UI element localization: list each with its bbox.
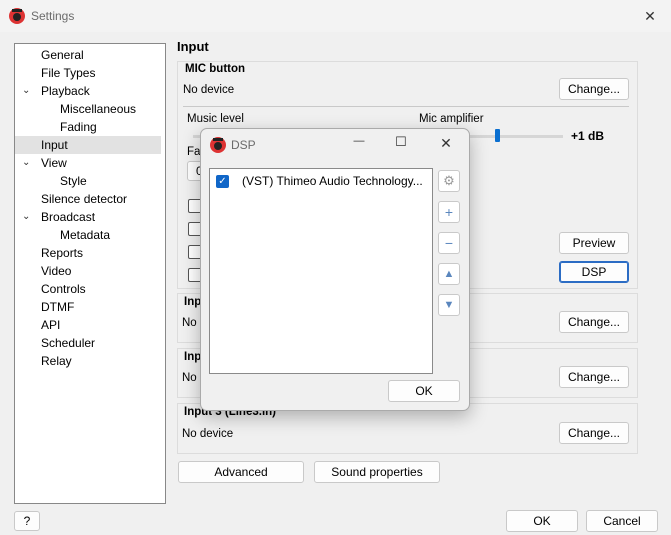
tree-item-view[interactable]: View (39, 154, 67, 172)
chevron-down-icon[interactable]: ⌄ (22, 208, 34, 226)
tree-item-dtmf[interactable]: DTMF (39, 298, 74, 316)
chevron-down-icon[interactable]: ⌄ (22, 82, 34, 100)
mic-amplifier-slider[interactable] (495, 129, 500, 142)
input-2-change-button[interactable]: Change... (559, 366, 629, 388)
move-up-icon[interactable]: ▲ (438, 263, 460, 285)
dsp-plugin-list[interactable]: ✓ (VST) Thimeo Audio Technology... (209, 168, 433, 374)
tree-item-broadcast[interactable]: Broadcast (39, 208, 95, 226)
app-icon (210, 137, 226, 153)
advanced-button[interactable]: Advanced (178, 461, 304, 483)
gear-icon[interactable]: ⚙ (438, 170, 460, 192)
tree-item-general[interactable]: General (39, 46, 84, 64)
input-3-device: No device (182, 428, 234, 440)
tree-item-relay[interactable]: Relay (39, 352, 72, 370)
tree-item-api[interactable]: API (39, 316, 60, 334)
cancel-button[interactable]: Cancel (586, 510, 658, 532)
tree-item-silence-detector[interactable]: Silence detector (39, 190, 127, 208)
mic-device-text: No device (183, 84, 235, 96)
tree-item-input[interactable]: Input (15, 136, 161, 154)
dsp-button[interactable]: DSP (559, 261, 629, 283)
divider (183, 106, 629, 107)
app-icon (9, 8, 25, 24)
preview-button[interactable]: Preview (559, 232, 629, 254)
page-title: Input (177, 39, 209, 54)
mic-amplifier-slider-track (468, 135, 563, 138)
move-down-icon[interactable]: ▼ (438, 294, 460, 316)
chevron-down-icon[interactable]: ⌄ (22, 154, 34, 172)
dsp-ok-button[interactable]: OK (388, 380, 460, 402)
mic-change-button[interactable]: Change... (559, 78, 629, 100)
sound-properties-button[interactable]: Sound properties (314, 461, 440, 483)
mic-amplifier-label: Mic amplifier (419, 113, 484, 125)
input-1-change-button[interactable]: Change... (559, 311, 629, 333)
help-button[interactable]: ? (14, 511, 40, 531)
tree-item-scheduler[interactable]: Scheduler (39, 334, 95, 352)
tree-item-playback[interactable]: Playback (39, 82, 90, 100)
mic-amplifier-value: +1 dB (571, 129, 605, 143)
input-3-change-button[interactable]: Change... (559, 422, 629, 444)
music-level-label: Music level (187, 113, 244, 125)
close-icon[interactable]: ✕ (436, 135, 456, 152)
list-item[interactable]: ✓ (VST) Thimeo Audio Technology... (210, 169, 430, 193)
close-icon[interactable]: ✕ (639, 6, 661, 26)
settings-tree[interactable]: General File Types ⌄ Playback Miscellane… (14, 43, 166, 504)
tree-item-style[interactable]: Style (58, 172, 87, 190)
tree-item-fading[interactable]: Fading (58, 118, 97, 136)
minimize-icon[interactable]: — (349, 135, 369, 147)
mic-group-title: MIC button (185, 63, 246, 75)
ok-button[interactable]: OK (506, 510, 578, 532)
tree-item-video[interactable]: Video (39, 262, 71, 280)
tree-item-metadata[interactable]: Metadata (58, 226, 110, 244)
remove-icon[interactable]: − (438, 232, 460, 254)
tree-item-controls[interactable]: Controls (39, 280, 86, 298)
tree-item-reports[interactable]: Reports (39, 244, 83, 262)
dsp-dialog: DSP — ☐ ✕ ✓ (VST) Thimeo Audio Technolog… (200, 128, 470, 411)
dsp-dialog-title: DSP (231, 138, 256, 152)
add-icon[interactable]: + (438, 201, 460, 223)
checkbox-checked-icon[interactable]: ✓ (216, 175, 229, 188)
maximize-icon[interactable]: ☐ (391, 134, 411, 150)
title-bar: Settings ✕ (0, 0, 671, 32)
tree-item-miscellaneous[interactable]: Miscellaneous (58, 100, 136, 118)
dsp-plugin-label: (VST) Thimeo Audio Technology... (242, 174, 423, 188)
window-title: Settings (31, 9, 75, 23)
tree-item-file-types[interactable]: File Types (39, 64, 95, 82)
